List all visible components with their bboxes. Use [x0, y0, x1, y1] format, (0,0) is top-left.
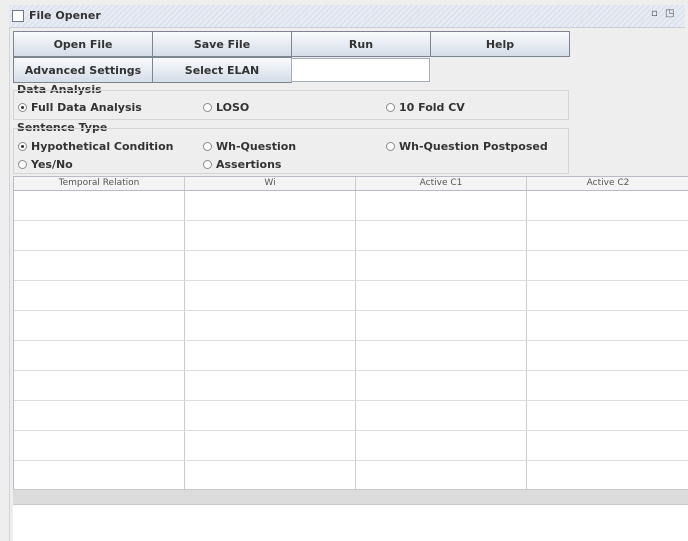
window-menu-icon[interactable]	[12, 10, 24, 22]
elan-path-field[interactable]	[291, 58, 430, 82]
save-file-button[interactable]: Save File	[152, 31, 292, 57]
window-border	[9, 27, 10, 541]
table-cell[interactable]	[14, 371, 185, 400]
table-cell[interactable]	[356, 431, 527, 460]
minimize-icon[interactable]: ▫	[651, 8, 658, 19]
table-cell[interactable]	[356, 311, 527, 340]
table-cell[interactable]	[14, 461, 185, 490]
table-cell[interactable]	[356, 371, 527, 400]
table-cell[interactable]	[527, 311, 688, 340]
table-cell[interactable]	[527, 371, 688, 400]
table-cell[interactable]	[356, 401, 527, 430]
table-row[interactable]	[14, 311, 688, 341]
table-cell[interactable]	[527, 281, 688, 310]
radio-label: Wh-Question	[216, 140, 297, 153]
run-button[interactable]: Run	[291, 31, 431, 57]
table-cell[interactable]	[14, 221, 185, 250]
table-row[interactable]	[14, 401, 688, 431]
table-cell[interactable]	[527, 461, 688, 490]
table-cell[interactable]	[14, 431, 185, 460]
radio-label: LOSO	[216, 101, 250, 114]
radio-label: Hypothetical Condition	[31, 140, 174, 153]
table-cell[interactable]	[527, 341, 688, 370]
table-cell[interactable]	[185, 221, 356, 250]
table-cell[interactable]	[527, 401, 688, 430]
table-cell[interactable]	[185, 341, 356, 370]
table-cell[interactable]	[185, 371, 356, 400]
radio-full-data-analysis[interactable]: Full Data Analysis	[18, 101, 142, 114]
radio-wh-question-postposed[interactable]: Wh-Question Postposed	[386, 140, 548, 153]
column-header-temporal-relation[interactable]: Temporal Relation	[14, 177, 185, 190]
maximize-icon[interactable]: ◳	[665, 8, 674, 19]
table-cell[interactable]	[527, 191, 688, 220]
advanced-settings-button[interactable]: Advanced Settings	[13, 57, 153, 83]
table-row[interactable]	[14, 191, 688, 221]
table-row[interactable]	[14, 431, 688, 461]
table-row[interactable]	[14, 251, 688, 281]
table-cell[interactable]	[356, 281, 527, 310]
table-row[interactable]	[14, 281, 688, 311]
table-cell[interactable]	[356, 341, 527, 370]
table-cell[interactable]	[185, 311, 356, 340]
radio-assertions[interactable]: Assertions	[203, 158, 281, 171]
table-cell[interactable]	[185, 461, 356, 490]
radio-checked-icon	[18, 142, 27, 151]
radio-yes-no[interactable]: Yes/No	[18, 158, 73, 171]
horizontal-scrollbar[interactable]	[13, 489, 688, 505]
radio-unchecked-icon	[18, 160, 27, 169]
table-cell[interactable]	[527, 221, 688, 250]
table-cell[interactable]	[14, 191, 185, 220]
radio-unchecked-icon	[203, 103, 212, 112]
column-header-active-c2[interactable]: Active C2	[527, 177, 688, 190]
radio-unchecked-icon	[386, 103, 395, 112]
select-elan-button[interactable]: Select ELAN	[152, 57, 292, 83]
radio-wh-question[interactable]: Wh-Question	[203, 140, 296, 153]
radio-label: Wh-Question Postposed	[399, 140, 548, 153]
radio-unchecked-icon	[203, 142, 212, 151]
table-row[interactable]	[14, 341, 688, 371]
table-row[interactable]	[14, 221, 688, 251]
radio-label: Yes/No	[31, 158, 73, 171]
radio-unchecked-icon	[203, 160, 212, 169]
table-row[interactable]	[14, 461, 688, 490]
table-body	[14, 191, 688, 490]
table-cell[interactable]	[14, 401, 185, 430]
radio-checked-icon	[18, 103, 27, 112]
column-header-wi[interactable]: Wi	[185, 177, 356, 190]
output-area[interactable]	[13, 505, 688, 541]
table-cell[interactable]	[185, 431, 356, 460]
radio-10-fold-cv[interactable]: 10 Fold CV	[386, 101, 465, 114]
column-header-active-c1[interactable]: Active C1	[356, 177, 527, 190]
radio-label: 10 Fold CV	[399, 101, 465, 114]
table-cell[interactable]	[185, 191, 356, 220]
open-file-button[interactable]: Open File	[13, 31, 153, 57]
results-table: Temporal Relation Wi Active C1 Active C2	[13, 176, 688, 490]
radio-label: Assertions	[216, 158, 282, 171]
radio-label: Full Data Analysis	[31, 101, 142, 114]
table-cell[interactable]	[356, 461, 527, 490]
table-cell[interactable]	[185, 281, 356, 310]
table-cell[interactable]	[527, 431, 688, 460]
table-cell[interactable]	[527, 251, 688, 280]
help-button[interactable]: Help	[430, 31, 570, 57]
table-cell[interactable]	[356, 191, 527, 220]
table-cell[interactable]	[14, 281, 185, 310]
radio-unchecked-icon	[386, 142, 395, 151]
table-cell[interactable]	[14, 251, 185, 280]
table-row[interactable]	[14, 371, 688, 401]
table-cell[interactable]	[185, 251, 356, 280]
table-cell[interactable]	[14, 311, 185, 340]
window-title: File Opener	[29, 9, 101, 22]
table-cell[interactable]	[356, 221, 527, 250]
title-bar: File Opener ▫ ◳	[9, 5, 685, 28]
table-cell[interactable]	[185, 401, 356, 430]
radio-loso[interactable]: LOSO	[203, 101, 249, 114]
table-cell[interactable]	[14, 341, 185, 370]
table-header: Temporal Relation Wi Active C1 Active C2	[14, 177, 688, 191]
table-cell[interactable]	[356, 251, 527, 280]
radio-hypothetical-condition[interactable]: Hypothetical Condition	[18, 140, 173, 153]
